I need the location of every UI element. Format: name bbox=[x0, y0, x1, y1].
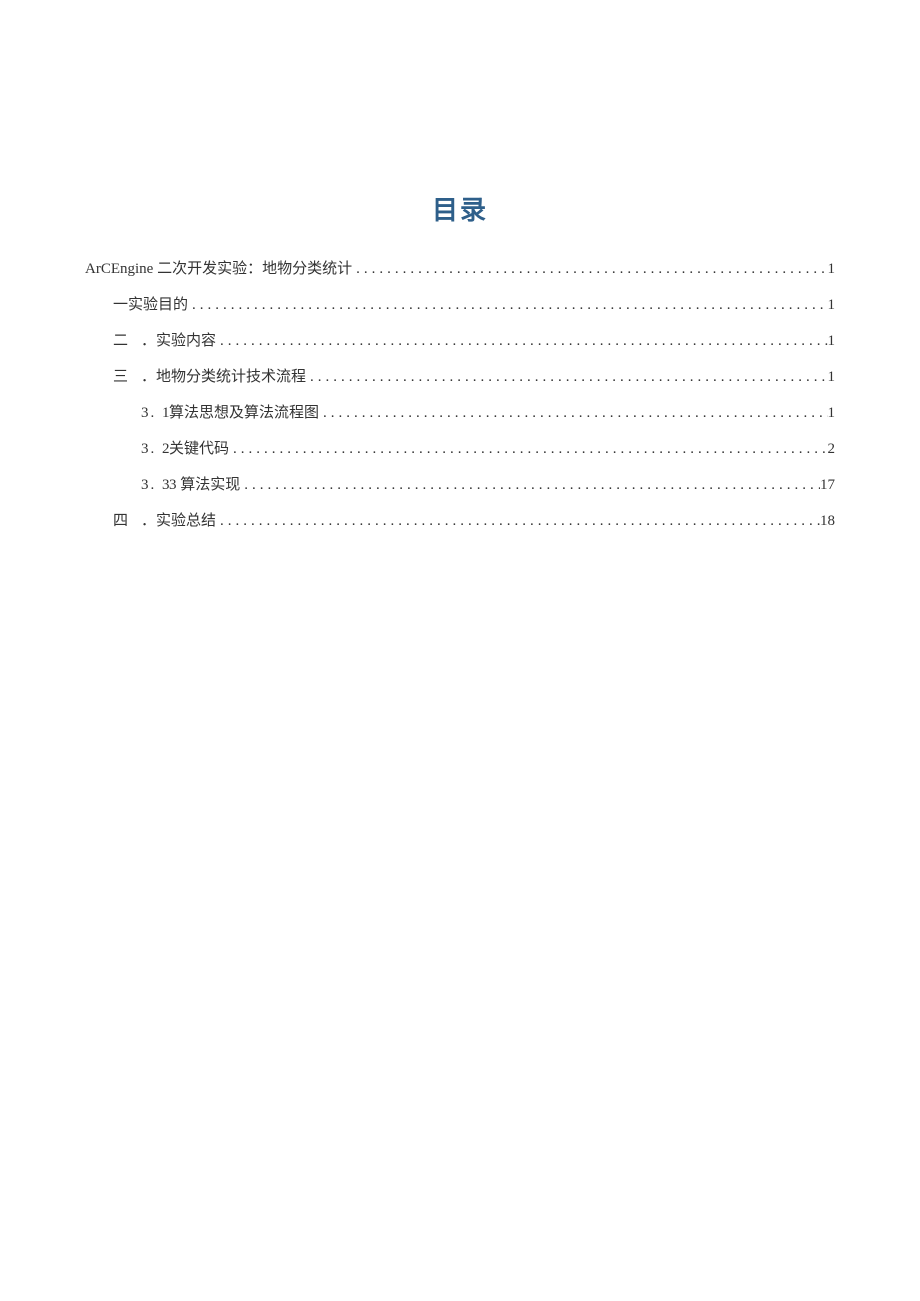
toc-entry: 四 ．实验总结 18 bbox=[85, 509, 835, 533]
toc-entry-page: 18 bbox=[820, 509, 835, 533]
toc-entry-prefix: 3. 1 bbox=[141, 401, 169, 425]
toc-dots bbox=[229, 437, 827, 461]
toc-dots bbox=[216, 509, 820, 533]
toc-entry-label: 关键代码 bbox=[169, 437, 229, 461]
toc-entry-label: ．地物分类统计技术流程 bbox=[141, 365, 306, 389]
toc-entry-label: ArCEngine 二次开发实验：地物分类统计 bbox=[85, 257, 352, 281]
toc-entry-label: 一实验目的 bbox=[113, 293, 188, 317]
toc-entry-prefix: 三 bbox=[113, 365, 141, 389]
toc-entry: 3. 1 算法思想及算法流程图 1 bbox=[85, 401, 835, 425]
toc-dots bbox=[240, 473, 820, 497]
toc-entry-label: 3 算法实现 bbox=[169, 473, 240, 497]
toc-dots bbox=[188, 293, 827, 317]
toc-entry-page: 1 bbox=[828, 293, 836, 317]
toc-entry-page: 1 bbox=[828, 365, 836, 389]
toc-entry-prefix: 二 bbox=[113, 329, 141, 353]
toc-dots bbox=[352, 257, 827, 281]
toc-title: 目录 bbox=[85, 190, 835, 227]
toc-entry: 3. 3 3 算法实现 17 bbox=[85, 473, 835, 497]
toc-entry: 一实验目的 1 bbox=[85, 293, 835, 317]
toc-entry: 三 ．地物分类统计技术流程 1 bbox=[85, 365, 835, 389]
toc-entry-label: ．实验总结 bbox=[141, 509, 216, 533]
toc-entry-page: 1 bbox=[828, 401, 836, 425]
toc-entry-page: 1 bbox=[828, 257, 836, 281]
toc-dots bbox=[306, 365, 827, 389]
toc-entry-page: 1 bbox=[828, 329, 836, 353]
toc-dots bbox=[319, 401, 827, 425]
toc-entry-prefix: 3. 3 bbox=[141, 473, 169, 497]
toc-entry-label: ．实验内容 bbox=[141, 329, 216, 353]
toc-entry-page: 2 bbox=[828, 437, 836, 461]
toc-entry-prefix: 3. 2 bbox=[141, 437, 169, 461]
toc-entry: 二 ．实验内容 1 bbox=[85, 329, 835, 353]
toc-entry-page: 17 bbox=[820, 473, 835, 497]
toc-dots bbox=[216, 329, 827, 353]
toc-entry-prefix: 四 bbox=[113, 509, 141, 533]
toc-entry: ArCEngine 二次开发实验：地物分类统计 1 bbox=[85, 257, 835, 281]
toc-entry-label: 算法思想及算法流程图 bbox=[169, 401, 319, 425]
toc-entry: 3. 2 关键代码 2 bbox=[85, 437, 835, 461]
